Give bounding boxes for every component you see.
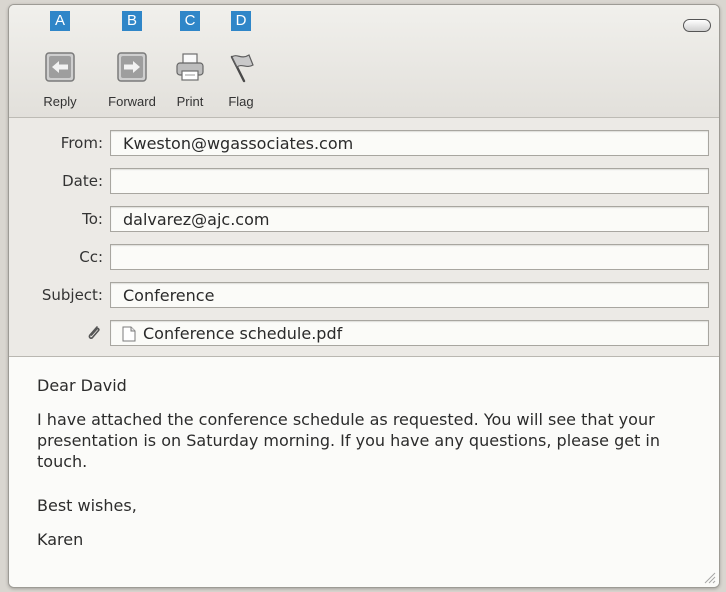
key-badge-c: C xyxy=(180,11,200,31)
cc-label: Cc: xyxy=(79,248,103,266)
closing-text: Best wishes, xyxy=(37,496,137,515)
message-body[interactable]: Dear David I have attached the conferenc… xyxy=(9,357,719,587)
flag-icon xyxy=(230,54,254,83)
toolbar-toggle-button[interactable] xyxy=(683,19,711,32)
from-row: From: Kweston@wgassociates.com xyxy=(9,128,719,162)
from-field[interactable]: Kweston@wgassociates.com xyxy=(110,130,709,156)
attachment-field[interactable]: Conference schedule.pdf xyxy=(110,320,709,346)
reply-label: Reply xyxy=(43,94,77,109)
greeting-text: Dear David xyxy=(37,376,127,395)
email-window: A Reply B Forward C Print D Flag From: K… xyxy=(8,4,720,588)
forward-icon xyxy=(117,52,147,82)
flag-label: Flag xyxy=(228,94,254,109)
reply-button[interactable]: A Reply xyxy=(25,11,95,115)
resize-grip-icon[interactable] xyxy=(702,570,716,584)
paperclip-icon xyxy=(88,326,100,340)
key-badge-a: A xyxy=(50,11,70,31)
date-label: Date: xyxy=(62,172,103,190)
from-label: From: xyxy=(60,134,103,152)
date-row: Date: xyxy=(9,166,719,200)
date-field[interactable] xyxy=(110,168,709,194)
to-field[interactable]: dalvarez@ajc.com xyxy=(110,206,709,232)
key-badge-d: D xyxy=(231,11,251,31)
to-label: To: xyxy=(82,210,103,228)
flag-button[interactable]: D Flag xyxy=(206,11,276,115)
cc-row: Cc: xyxy=(9,242,719,276)
subject-label: Subject: xyxy=(41,286,103,304)
reply-icon xyxy=(45,52,75,82)
document-icon xyxy=(122,326,136,342)
attachment-row: Conference schedule.pdf xyxy=(9,318,719,352)
toolbar: A Reply B Forward C Print D Flag xyxy=(9,5,719,118)
key-badge-b: B xyxy=(122,11,142,31)
to-row: To: dalvarez@ajc.com xyxy=(9,204,719,238)
subject-field[interactable]: Conference xyxy=(110,282,709,308)
subject-row: Subject: Conference xyxy=(9,280,719,314)
cc-field[interactable] xyxy=(110,244,709,270)
body-paragraph: I have attached the conference schedule … xyxy=(37,410,661,471)
printer-icon xyxy=(176,53,204,81)
signature-text: Karen xyxy=(37,530,84,549)
message-header: From: Kweston@wgassociates.com Date: To:… xyxy=(9,118,719,357)
